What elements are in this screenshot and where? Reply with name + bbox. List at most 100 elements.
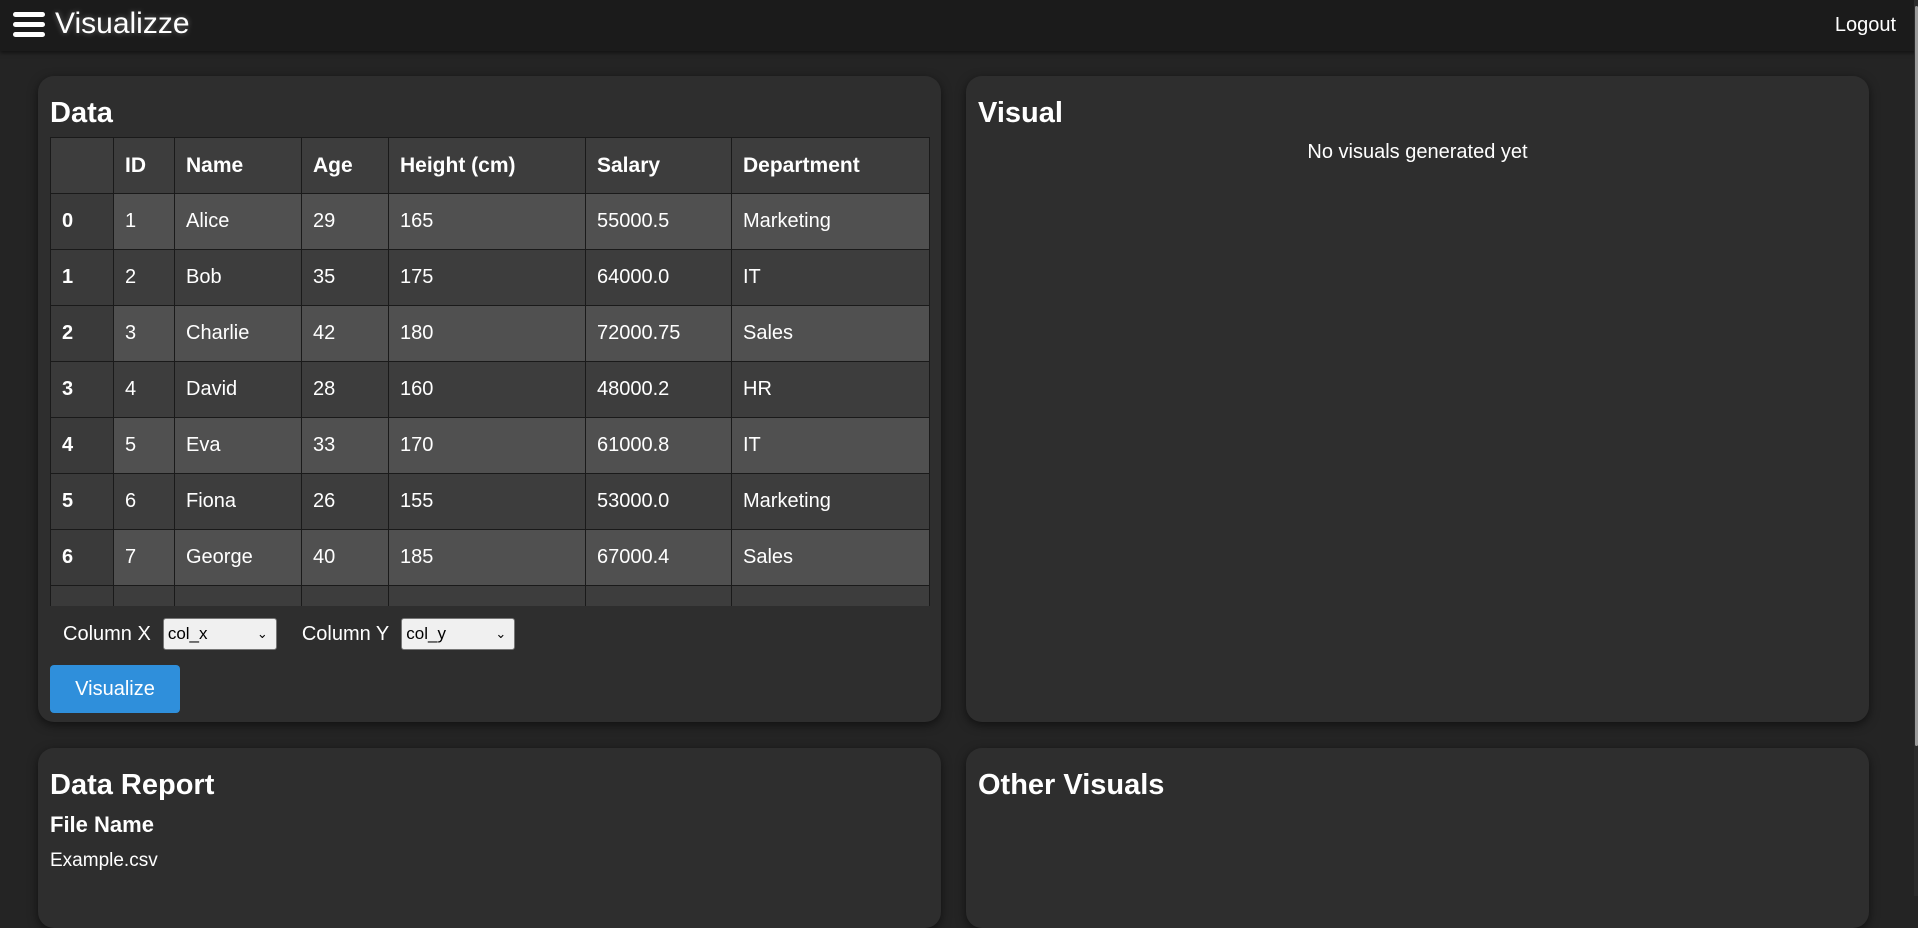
- table-cell: Charlie: [174, 305, 302, 362]
- table-cell: Bob: [174, 249, 302, 306]
- table-cell: 175: [388, 249, 586, 306]
- table-cell: Eva: [174, 417, 302, 474]
- table-cell: 61000.8: [585, 417, 732, 474]
- table-cell: 42: [301, 305, 389, 362]
- table-cell: George: [174, 529, 302, 586]
- table-row: 0 1 Alice 29 165 55000.5 Marketing: [50, 193, 930, 250]
- chevron-down-icon: ⌄: [256, 626, 268, 641]
- table-cell: Marketing: [731, 193, 930, 250]
- table-cell: Marketing: [731, 473, 930, 530]
- row-index-cell: 5: [50, 473, 114, 530]
- table-cell: 28: [301, 361, 389, 418]
- table-cell: 165: [388, 193, 586, 250]
- table-cell: [301, 585, 389, 606]
- table-cell: 40: [301, 529, 389, 586]
- row-index-cell: [50, 585, 114, 606]
- other-visuals-title: Other Visuals: [978, 769, 1165, 801]
- table-cell: 7: [113, 529, 175, 586]
- app-title: Visualizze: [55, 7, 190, 40]
- data-report-card: Data Report File Name Example.csv: [38, 748, 941, 928]
- table-row: [50, 585, 930, 606]
- row-index-cell: 4: [50, 417, 114, 474]
- table-header-cell: Height (cm): [388, 137, 586, 194]
- table-cell: 48000.2: [585, 361, 732, 418]
- table-cell: 35: [301, 249, 389, 306]
- row-index-cell: 1: [50, 249, 114, 306]
- table-row: 3 4 David 28 160 48000.2 HR: [50, 361, 930, 418]
- table-cell: 160: [388, 361, 586, 418]
- table-row: 5 6 Fiona 26 155 53000.0 Marketing: [50, 473, 930, 530]
- table-cell: 64000.0: [585, 249, 732, 306]
- table-header-cell: Salary: [585, 137, 732, 194]
- visual-card-title: Visual: [978, 97, 1063, 129]
- table-cell: [388, 585, 586, 606]
- table-cell: Fiona: [174, 473, 302, 530]
- logout-link[interactable]: Logout: [1835, 13, 1896, 37]
- table-cell: 5: [113, 417, 175, 474]
- file-name-label: File Name: [50, 812, 154, 837]
- row-index-cell: 3: [50, 361, 114, 418]
- table-header-cell: Age: [301, 137, 389, 194]
- table-cell: [174, 585, 302, 606]
- table-cell: IT: [731, 417, 930, 474]
- table-row: 1 2 Bob 35 175 64000.0 IT: [50, 249, 930, 306]
- table-cell: 170: [388, 417, 586, 474]
- table-header-cell: ID: [113, 137, 175, 194]
- visual-card: Visual No visuals generated yet: [966, 76, 1869, 722]
- chevron-down-icon: ⌄: [495, 626, 507, 641]
- table-header-row: ID Name Age Height (cm) Salary Department: [50, 137, 930, 194]
- table-cell: [731, 585, 930, 606]
- column-x-label: Column X: [63, 622, 151, 645]
- table-cell: Sales: [731, 529, 930, 586]
- row-index-cell: 0: [50, 193, 114, 250]
- table-cell: [113, 585, 175, 606]
- table-cell: 67000.4: [585, 529, 732, 586]
- page-scrollbar[interactable]: [1914, 0, 1918, 896]
- table-cell: 33: [301, 417, 389, 474]
- data-table: ID Name Age Height (cm) Salary Department 01A…: [50, 137, 930, 606]
- column-y-select[interactable]: col_y ⌄: [401, 618, 516, 650]
- other-visuals-card: Other Visuals: [966, 748, 1869, 928]
- top-navigation-bar: Visualizze Logout: [0, 0, 1918, 51]
- row-index-cell: 2: [50, 305, 114, 362]
- column-y-selected-value: col_y: [406, 624, 446, 643]
- data-report-title: Data Report: [50, 769, 215, 801]
- column-x-selected-value: col_x: [167, 624, 208, 643]
- column-y-label: Column Y: [301, 622, 390, 645]
- table-cell: 4: [113, 361, 175, 418]
- table-cell: 26: [301, 473, 389, 530]
- data-card-title: Data: [50, 97, 113, 129]
- table-cell: 55000.5: [585, 193, 732, 250]
- table-cell: 72000.75: [585, 305, 732, 362]
- table-row: 6 7 George 40 185 67000.4 Sales: [50, 529, 930, 586]
- table-cell: Sales: [731, 305, 930, 362]
- hamburger-menu-icon[interactable]: [13, 12, 45, 38]
- table-cell: 180: [388, 305, 586, 362]
- table-row: 2 3 Charlie 42 180 72000.75 Sales: [50, 305, 930, 362]
- table-cell: 29: [301, 193, 389, 250]
- column-controls: Column X col_x ⌄ Column Y col_y ⌄: [50, 617, 516, 651]
- table-header-cell: Department: [731, 137, 930, 194]
- table-cell: 1: [113, 193, 175, 250]
- row-index-cell: 6: [50, 529, 114, 586]
- table-cell: 185: [388, 529, 586, 586]
- table-cell: 3: [113, 305, 175, 362]
- table-header-cell: [50, 137, 114, 194]
- table-cell: 6: [113, 473, 175, 530]
- data-card: Data ID Name Age Height (cm) Salary Departmen…: [38, 76, 941, 722]
- table-header-cell: Name: [174, 137, 302, 194]
- visualize-button[interactable]: Visualize: [50, 665, 180, 713]
- no-visuals-message: No visuals generated yet: [1307, 141, 1528, 163]
- file-name-value: Example.csv: [50, 850, 158, 871]
- table-cell: IT: [731, 249, 930, 306]
- table-cell: HR: [731, 361, 930, 418]
- data-table-scroll-area[interactable]: ID Name Age Height (cm) Salary Department 01A…: [50, 137, 930, 606]
- table-cell: 53000.0: [585, 473, 732, 530]
- table-cell: 155: [388, 473, 586, 530]
- table-cell: Alice: [174, 193, 302, 250]
- table-cell: [585, 585, 732, 606]
- table-row: 4 5 Eva 33 170 61000.8 IT: [50, 417, 930, 474]
- table-cell: David: [174, 361, 302, 418]
- column-x-select[interactable]: col_x ⌄: [162, 618, 277, 650]
- table-cell: 2: [113, 249, 175, 306]
